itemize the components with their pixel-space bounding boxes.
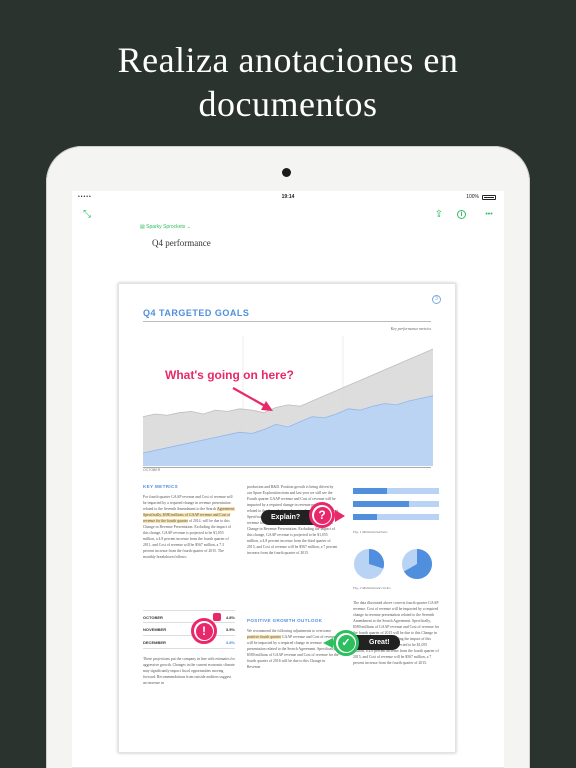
attached-document[interactable]: 3 Q4 TARGETED GOALS Key performance metr… xyxy=(118,283,456,753)
chart-annotation-text[interactable]: What's going on here? xyxy=(165,368,294,382)
chart-subtitle: Key performance metrics xyxy=(390,326,431,331)
month-name: DECEMBER xyxy=(143,640,166,645)
battery-percent: 100% xyxy=(466,194,479,200)
exclamation-pointer xyxy=(213,613,221,621)
chart-x-label: OCTOBER xyxy=(143,468,161,472)
note-title[interactable]: Q4 performance xyxy=(152,238,211,248)
headline-line-2: documentos xyxy=(198,84,378,124)
table-row: NOVEMBER 3.5% xyxy=(143,623,235,636)
headline-line-1: Realiza anotaciones en xyxy=(117,40,459,80)
info-icon[interactable]: i xyxy=(457,210,466,219)
camera-dot xyxy=(282,168,291,177)
exclamation-sticker[interactable]: ! xyxy=(191,618,217,644)
status-bar: ••••• 19:14 100% xyxy=(72,191,504,203)
right-column-text: The data illustrated above corrects four… xyxy=(353,601,439,665)
monthly-breakdown-table: OCTOBER 4.8% NOVEMBER 3.5% DECEMBER 3.8% xyxy=(143,610,235,649)
notebook-icon: ▤ xyxy=(140,224,145,230)
note-toolbar: ⤡ ⇪ i ••• xyxy=(72,203,504,225)
question-icon: ? xyxy=(313,506,331,524)
mini-bar-chart xyxy=(353,488,439,527)
status-time: 19:14 xyxy=(281,194,295,200)
headline: Realiza anotaciones en documentos xyxy=(0,38,576,126)
more-icon[interactable]: ••• xyxy=(482,207,496,221)
document-heading: Q4 TARGETED GOALS xyxy=(143,308,250,318)
growth-highlight[interactable]: positive fourth quarter xyxy=(247,635,281,639)
battery-icon xyxy=(482,194,496,200)
chevron-down-icon: ⌄ xyxy=(186,224,191,230)
month-name: NOVEMBER xyxy=(143,627,167,632)
ipad-frame: ••••• 19:14 100% ⤡ ⇪ i ••• ▤ Sparky Spro… xyxy=(46,146,530,768)
mini-bar xyxy=(353,514,439,520)
month-pct: 3.8% xyxy=(225,640,235,645)
pie-chart-1 xyxy=(354,549,385,579)
month-name: OCTOBER xyxy=(143,615,163,620)
outro-text: These projections put the company in lin… xyxy=(143,657,235,685)
chart-baseline xyxy=(143,467,431,468)
table-row: DECEMBER 3.8% xyxy=(143,636,235,649)
question-sticker[interactable]: ? xyxy=(309,502,335,528)
area-chart xyxy=(143,336,433,466)
growth-text-pre: We recommend the following adjustments t… xyxy=(247,629,332,633)
share-icon[interactable]: ⇪ xyxy=(432,207,446,221)
month-pct: 3.5% xyxy=(225,627,235,632)
table-row: OCTOBER 4.8% xyxy=(143,610,235,623)
annotation-arrow[interactable] xyxy=(229,384,277,414)
app-screen: ••••• 19:14 100% ⤡ ⇪ i ••• ▤ Sparky Spro… xyxy=(72,191,504,768)
pie-chart-2 xyxy=(402,549,432,579)
annotation-arrow-line xyxy=(232,387,266,407)
key-metrics-text: For fourth quarter GAAP revenue and Cost… xyxy=(143,494,235,606)
exclamation-icon: ! xyxy=(195,622,213,640)
notebook-breadcrumb[interactable]: ▤ Sparky Sprockets ⌄ xyxy=(140,224,191,230)
page-badge: 3 xyxy=(432,295,441,304)
check-pointer xyxy=(323,638,333,648)
heading-divider xyxy=(143,321,431,322)
month-pct: 4.8% xyxy=(225,615,235,620)
collapse-icon[interactable]: ⤡ xyxy=(80,207,94,221)
question-pointer xyxy=(335,510,345,522)
key-metrics-text-post: of 2014, will be due to this Change in R… xyxy=(143,519,231,559)
figure-1-caption: Fig. 1 Multicolored bars xyxy=(353,530,388,534)
check-sticker[interactable]: ✓ xyxy=(333,630,359,656)
notebook-name: Sparky Sprockets xyxy=(146,224,186,230)
check-icon: ✓ xyxy=(337,634,355,652)
growth-heading: POSITIVE GROWTH OUTLOOK xyxy=(247,618,323,623)
figure-2-caption: Fig. 2 Multicolored circles xyxy=(353,586,391,590)
mini-bar xyxy=(353,488,439,494)
mini-bar xyxy=(353,501,439,507)
battery-status: 100% xyxy=(466,194,496,200)
key-metrics-heading: KEY METRICS xyxy=(143,484,179,489)
